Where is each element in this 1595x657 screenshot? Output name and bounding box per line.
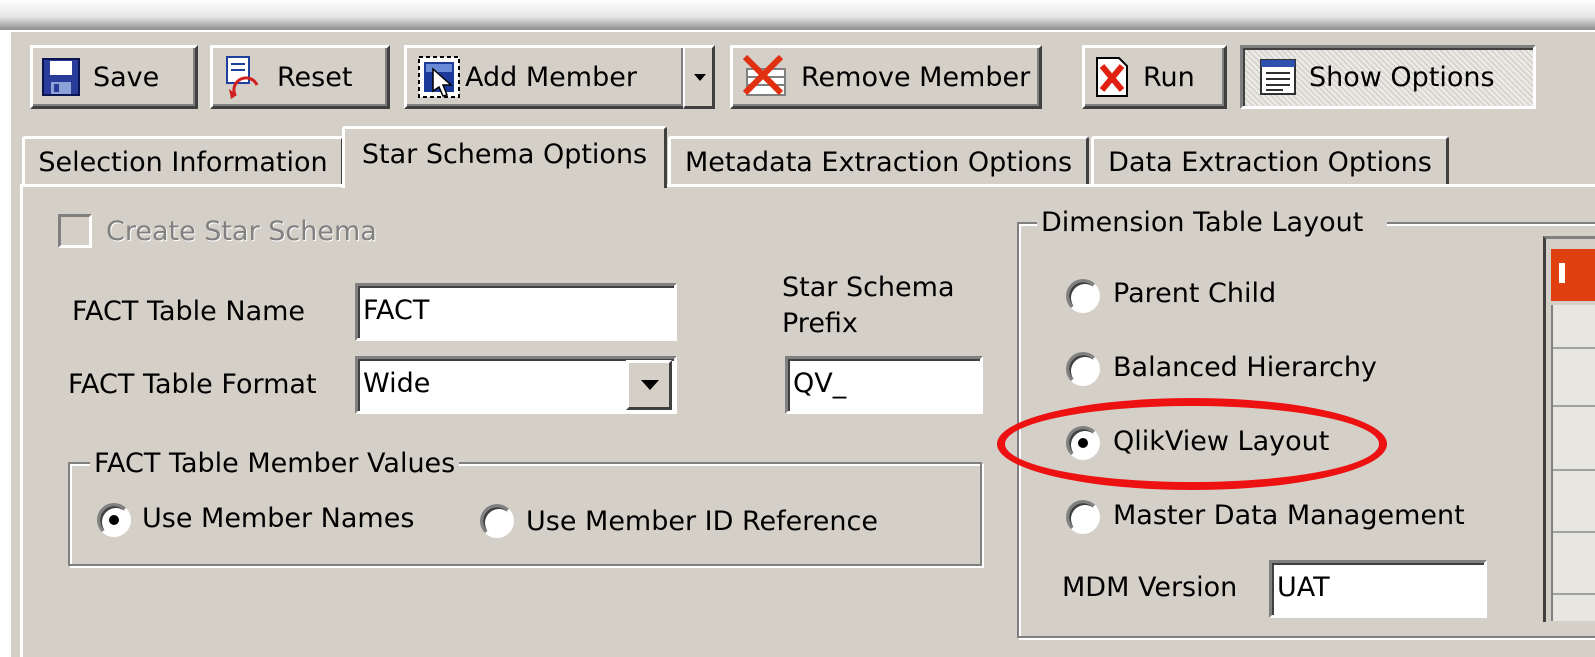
reset-icon xyxy=(226,56,259,99)
use-member-names-radio[interactable] xyxy=(97,503,131,537)
run-button[interactable]: Run xyxy=(1082,45,1227,109)
tab-data-extraction-options[interactable]: Data Extraction Options xyxy=(1091,136,1449,186)
create-star-schema-checkbox[interactable] xyxy=(58,214,92,248)
parent-child-radio[interactable] xyxy=(1066,279,1100,313)
fact-table-format-label: FACT Table Format xyxy=(68,369,317,400)
floppy-disk-icon xyxy=(42,58,80,96)
reset-label: Reset xyxy=(277,61,353,93)
tab-panel-left-edge xyxy=(20,186,23,657)
save-button[interactable]: Save xyxy=(30,45,198,109)
right-edge-widget xyxy=(1543,236,1595,622)
tab-metadata-extraction-options-label: Metadata Extraction Options xyxy=(684,147,1073,178)
add-member-dropdown-arrow[interactable] xyxy=(683,45,715,109)
balanced-hierarchy-label: Balanced Hierarchy xyxy=(1113,352,1377,383)
run-icon xyxy=(1096,57,1128,97)
fact-member-values-group-title: FACT Table Member Values xyxy=(90,447,460,481)
screenshot-canvas: Save Reset Add Member Remove Member Run … xyxy=(0,0,1595,657)
remove-member-label: Remove Member xyxy=(801,61,1031,93)
master-data-management-label: Master Data Management xyxy=(1113,500,1465,531)
use-member-id-reference-label: Use Member ID Reference xyxy=(526,506,878,537)
star-schema-prefix-label-line1: Star Schema xyxy=(782,272,955,303)
dimension-table-layout-title: Dimension Table Layout xyxy=(1037,206,1388,240)
qlikview-layout-label: QlikView Layout xyxy=(1113,426,1330,457)
remove-member-icon xyxy=(742,55,786,96)
reset-button[interactable]: Reset xyxy=(210,45,390,109)
options-list-icon xyxy=(1260,59,1296,95)
add-member-label: Add Member xyxy=(465,61,637,93)
tab-selection-information-label: Selection Information xyxy=(38,147,328,178)
use-member-id-reference-radio[interactable] xyxy=(480,504,514,538)
tab-star-schema-options-label: Star Schema Options xyxy=(361,139,648,170)
mdm-version-label: MDM Version xyxy=(1062,572,1238,603)
tab-selection-information[interactable]: Selection Information xyxy=(22,136,344,186)
create-star-schema-label: Create Star Schema xyxy=(106,216,377,247)
tab-metadata-extraction-options[interactable]: Metadata Extraction Options xyxy=(668,136,1089,186)
tab-star-schema-options[interactable]: Star Schema Options xyxy=(342,126,667,188)
tab-panel-top-edge xyxy=(20,184,1595,187)
fact-table-name-input[interactable]: FACT xyxy=(355,283,677,341)
run-label: Run xyxy=(1143,61,1195,93)
right-edge-red-header xyxy=(1551,249,1595,301)
add-member-button[interactable]: Add Member xyxy=(404,45,686,109)
use-member-names-label: Use Member Names xyxy=(142,503,415,534)
save-label: Save xyxy=(93,61,160,93)
star-schema-prefix-label-line2: Prefix xyxy=(782,308,858,339)
fact-table-name-label: FACT Table Name xyxy=(72,296,306,327)
tab-data-extraction-options-label: Data Extraction Options xyxy=(1108,147,1432,178)
fact-table-format-dropdown-arrow[interactable] xyxy=(626,360,672,410)
parent-child-label: Parent Child xyxy=(1113,278,1277,309)
remove-member-button[interactable]: Remove Member xyxy=(730,45,1042,109)
top-shadow xyxy=(0,0,1595,30)
show-options-label: Show Options xyxy=(1309,61,1495,93)
balanced-hierarchy-radio[interactable] xyxy=(1066,352,1100,386)
right-edge-list xyxy=(1551,305,1595,621)
qlikview-layout-radio[interactable] xyxy=(1066,426,1100,460)
mdm-version-input[interactable]: UAT xyxy=(1269,560,1487,618)
star-schema-prefix-input[interactable]: QV_ xyxy=(785,356,983,414)
show-options-button[interactable]: Show Options xyxy=(1240,45,1536,109)
add-member-icon xyxy=(418,56,460,98)
master-data-management-radio[interactable] xyxy=(1066,500,1100,534)
